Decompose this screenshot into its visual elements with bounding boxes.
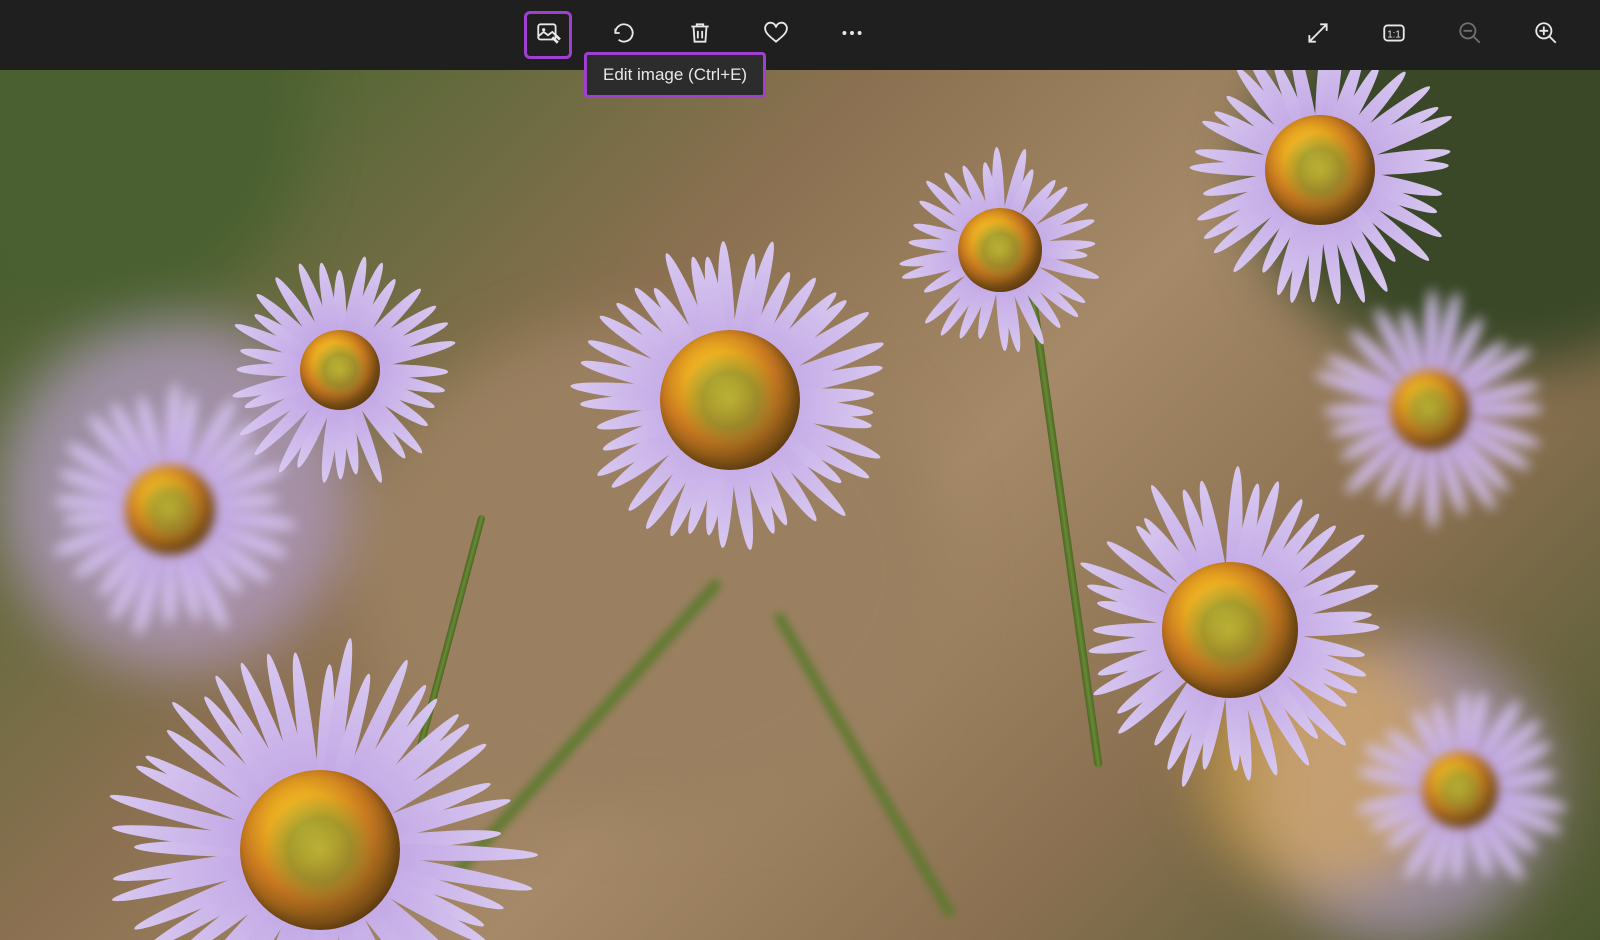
zoom-out-icon xyxy=(1457,20,1483,51)
actual-size-icon: 1:1 xyxy=(1381,20,1407,51)
edit-image-icon xyxy=(535,20,561,51)
delete-icon xyxy=(687,20,713,51)
fullscreen-icon xyxy=(1305,20,1331,51)
zoom-out-button[interactable] xyxy=(1446,11,1494,59)
actual-size-button[interactable]: 1:1 xyxy=(1370,11,1418,59)
zoom-in-button[interactable] xyxy=(1522,11,1570,59)
toolbar-right-group: 1:1 xyxy=(1294,11,1570,59)
rotate-icon xyxy=(611,20,637,51)
zoom-in-icon xyxy=(1533,20,1559,51)
fullscreen-button[interactable] xyxy=(1294,11,1342,59)
toolbar: 1:1 Edit image (Ctrl+E) xyxy=(0,0,1600,70)
more-button[interactable] xyxy=(828,11,876,59)
edit-tooltip: Edit image (Ctrl+E) xyxy=(584,52,766,98)
more-icon xyxy=(839,20,865,51)
edit-image-button[interactable] xyxy=(524,11,572,59)
tooltip-text: Edit image (Ctrl+E) xyxy=(603,65,747,84)
svg-text:1:1: 1:1 xyxy=(1387,29,1401,40)
heart-icon xyxy=(763,20,789,51)
image-viewport[interactable] xyxy=(0,70,1600,940)
